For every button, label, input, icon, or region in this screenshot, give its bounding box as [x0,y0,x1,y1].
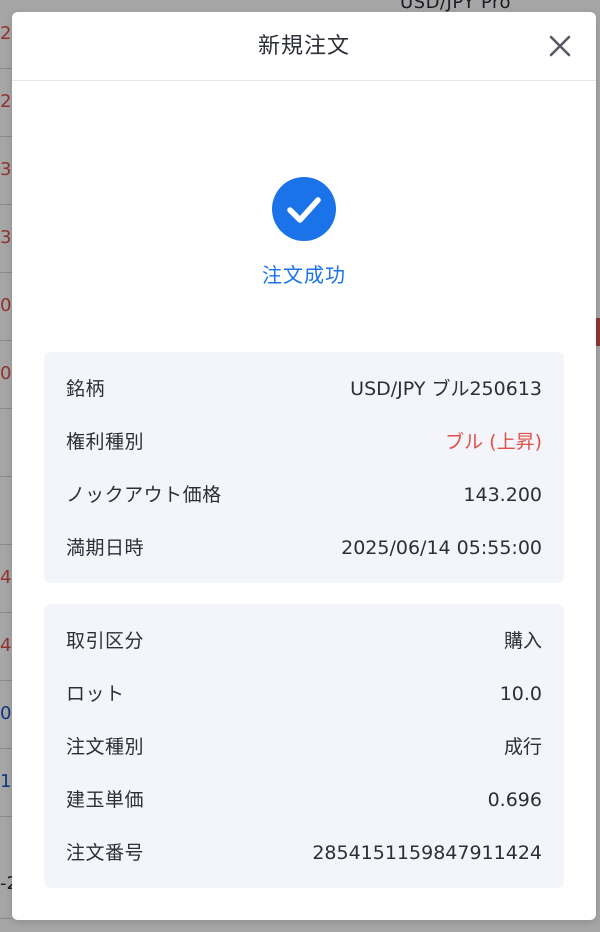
close-icon [549,35,571,57]
order-label: 取引区分 [66,630,145,652]
order-value: 0.696 [487,789,542,811]
detail-value-bull: ブル (上昇) [445,431,542,453]
detail-value: 143.200 [463,484,542,506]
modal-header: 新規注文 [12,12,596,81]
order-row: ロット 10.0 [66,679,542,709]
detail-value: 2025/06/14 05:55:00 [341,537,542,559]
detail-label: ノックアウト価格 [66,484,222,506]
order-details-card: 取引区分 購入 ロット 10.0 注文種別 成行 建玉単価 0.696 注文番号… [44,604,564,888]
detail-label: 銘柄 [66,378,106,400]
order-row: 取引区分 購入 [66,626,542,656]
detail-label: 権利種別 [66,431,145,453]
detail-value: USD/JPY ブル250613 [350,378,542,400]
order-label: 建玉単価 [66,789,145,811]
close-button[interactable] [546,32,574,60]
success-area: 注文成功 [12,177,596,297]
detail-row: 満期日時 2025/06/14 05:55:00 [66,533,542,563]
order-label: 注文種別 [66,736,145,758]
order-row: 注文番号 2854151159847911424 [66,838,542,868]
order-label: 注文番号 [66,842,145,864]
order-value: 購入 [503,630,542,652]
success-label: 注文成功 [262,263,346,287]
order-row: 注文種別 成行 [66,732,542,762]
check-circle-icon [272,177,336,241]
order-value: 成行 [503,736,542,758]
order-result-modal: 新規注文 注文成功 銘柄 USD/JPY ブル250613 権利種別 ブル (上… [12,12,596,920]
order-value: 2854151159847911424 [312,842,542,864]
product-details-card: 銘柄 USD/JPY ブル250613 権利種別 ブル (上昇) ノックアウト価… [44,352,564,583]
detail-row: 権利種別 ブル (上昇) [66,427,542,457]
order-label: ロット [66,683,125,705]
detail-row: 銘柄 USD/JPY ブル250613 [66,374,542,404]
order-row: 建玉単価 0.696 [66,785,542,815]
detail-row: ノックアウト価格 143.200 [66,480,542,510]
order-value: 10.0 [499,683,542,705]
modal-title: 新規注文 [257,34,350,59]
detail-label: 満期日時 [66,537,145,559]
